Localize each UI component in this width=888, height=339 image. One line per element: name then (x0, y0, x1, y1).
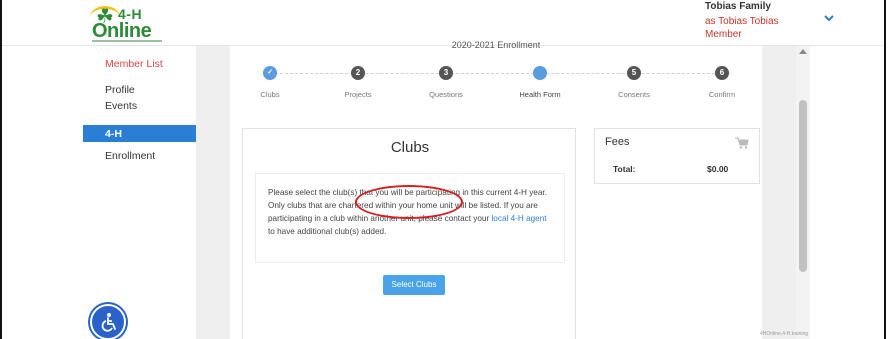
step-dot-icon: 2 (351, 66, 365, 80)
step-label: Consents (618, 90, 650, 99)
step-dot-icon: 5 (627, 66, 641, 80)
accessibility-button[interactable] (90, 304, 126, 339)
window-border-right (884, 0, 886, 339)
step-label: Clubs (260, 90, 280, 99)
sidebar-item-enrollment[interactable]: Enrollment (83, 149, 196, 163)
4h-online-logo[interactable]: ☘ 4-H Online (90, 4, 200, 44)
select-clubs-button[interactable]: Select Clubs (383, 275, 445, 295)
sidebar-nav: Member List Profile Events 4-H Enrollmen… (83, 46, 196, 339)
step-dot-icon (533, 66, 547, 80)
account-acting-as: as Tobias Tobias (705, 16, 779, 27)
step-label: Confirm (708, 90, 736, 99)
cart-icon[interactable] (735, 137, 749, 149)
scrollbar-thumb[interactable] (799, 100, 807, 272)
sidebar-item-profile[interactable]: Profile (83, 83, 196, 97)
main-content: 2020-2021 Enrollment ✓ Clubs 2 Projects … (196, 40, 796, 339)
step-confirm[interactable]: 6 Confirm (682, 66, 762, 99)
step-dot-icon: 6 (715, 66, 729, 80)
clubs-panel: Clubs Please select the club(s) that you… (242, 128, 576, 339)
sidebar-item-4h[interactable]: 4-H (83, 125, 196, 142)
scroll-up-arrow-icon[interactable] (799, 49, 807, 54)
step-clubs[interactable]: ✓ Clubs (230, 66, 310, 99)
local-agent-link[interactable]: local 4-H agent (491, 214, 546, 223)
watermark-text: 4HOnline.4-H.training (760, 331, 809, 337)
logo-tagline (92, 40, 162, 42)
fees-total-label: Total: (613, 164, 636, 174)
enrollment-year-label: 2020-2021 Enrollment (451, 40, 541, 50)
step-questions[interactable]: 3 Questions (406, 66, 486, 99)
account-menu[interactable]: Tobias Family as Tobias Tobias Member (705, 1, 825, 41)
step-dot-icon: 3 (439, 66, 453, 80)
step-dot-icon: ✓ (263, 66, 277, 80)
step-projects[interactable]: 2 Projects (318, 66, 398, 99)
wheelchair-icon (101, 313, 116, 332)
step-health-form[interactable]: Health Form (500, 66, 580, 99)
fees-panel: Fees Total: $0.00 (594, 128, 760, 184)
fees-total-value: $0.00 (707, 164, 729, 174)
app-window: ☘ 4-H Online Tobias Family as Tobias Tob… (0, 0, 888, 339)
sidebar-item-events[interactable]: Events (83, 99, 196, 113)
window-border-left (0, 0, 2, 339)
account-family-name: Tobias Family (705, 1, 771, 12)
fees-title: Fees (605, 136, 630, 148)
step-label: Questions (429, 90, 463, 99)
sidebar-item-member-list[interactable]: Member List (83, 57, 196, 71)
clubs-instructions-tail: to have additional club(s) added. (268, 227, 387, 236)
clubs-title: Clubs (390, 139, 430, 156)
vertical-scrollbar[interactable] (796, 46, 810, 339)
highlight-annotation (355, 185, 463, 219)
step-consents[interactable]: 5 Consents (594, 66, 674, 99)
chevron-down-icon[interactable] (822, 11, 836, 25)
step-label: Projects (344, 90, 372, 99)
step-label: Health Form (519, 90, 561, 99)
